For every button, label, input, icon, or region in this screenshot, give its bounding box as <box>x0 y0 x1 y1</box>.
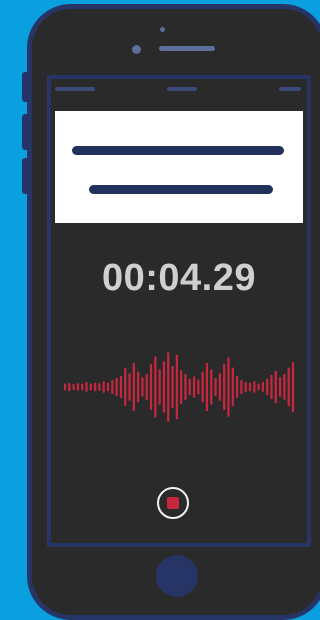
status-bar-left <box>55 87 95 91</box>
audio-waveform <box>63 352 295 422</box>
status-bar-center <box>167 87 197 91</box>
subtitle-placeholder-line <box>89 185 273 194</box>
recording-title-card <box>55 111 303 223</box>
phone-frame: 00:04.29 <box>27 4 320 620</box>
status-bar <box>51 87 307 93</box>
proximity-sensor <box>132 45 141 54</box>
stop-recording-button[interactable] <box>157 487 189 519</box>
front-camera <box>160 27 165 32</box>
phone-screen: 00:04.29 <box>47 75 311 547</box>
earpiece-speaker <box>159 46 215 51</box>
stop-icon <box>167 497 179 509</box>
status-bar-right <box>279 87 301 91</box>
elapsed-timer: 00:04.29 <box>101 257 256 299</box>
title-placeholder-line <box>72 146 284 155</box>
home-button[interactable] <box>156 555 198 597</box>
